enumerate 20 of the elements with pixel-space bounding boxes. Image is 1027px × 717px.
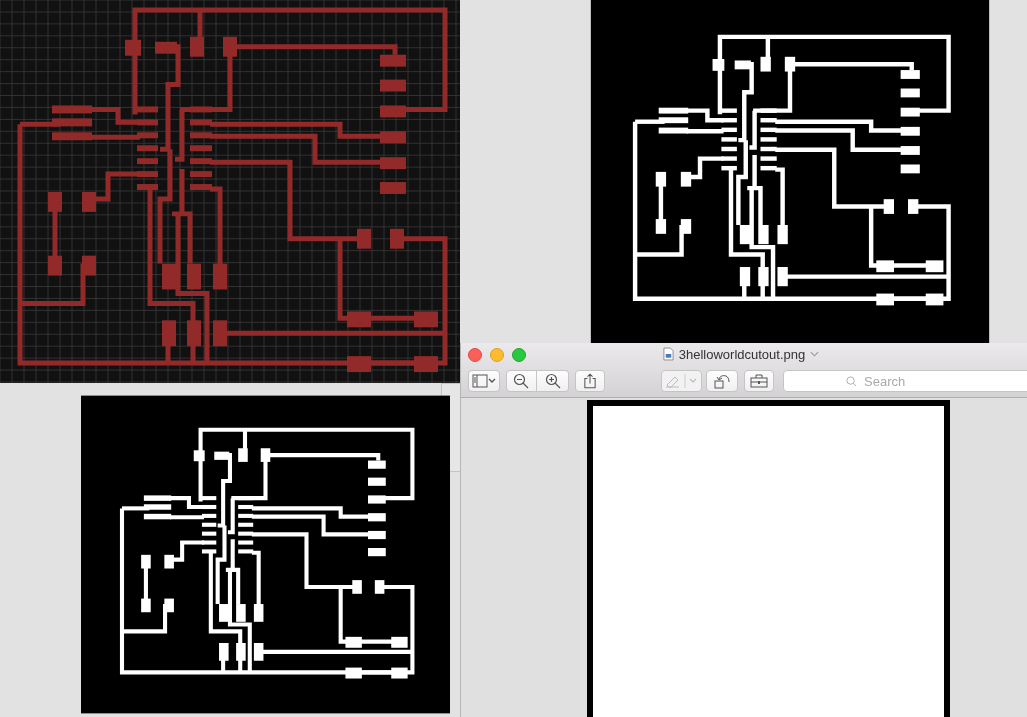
window-title: 3helloworldcutout.png — [678, 346, 806, 362]
share-button[interactable] — [574, 370, 605, 392]
search-field[interactable]: Search — [783, 370, 1027, 392]
toolbox-button[interactable] — [744, 370, 774, 392]
sidebar-button[interactable] — [468, 370, 500, 392]
zoom-button[interactable] — [512, 348, 526, 362]
share-icon — [583, 373, 596, 389]
zoom-out-button[interactable] — [505, 370, 538, 392]
zoom-in-button[interactable] — [537, 370, 569, 392]
chevron-down-icon — [810, 351, 820, 357]
rotate-button[interactable] — [706, 370, 738, 392]
toolbox-icon — [750, 374, 768, 388]
zoom-in-icon — [544, 373, 561, 389]
pen-icon — [664, 374, 699, 388]
document-icon — [662, 347, 674, 361]
rotate-icon — [714, 373, 731, 389]
sidebar-icon — [471, 374, 496, 388]
zoom-out-icon — [513, 373, 530, 389]
close-button[interactable] — [468, 348, 482, 362]
search-icon — [846, 376, 857, 387]
